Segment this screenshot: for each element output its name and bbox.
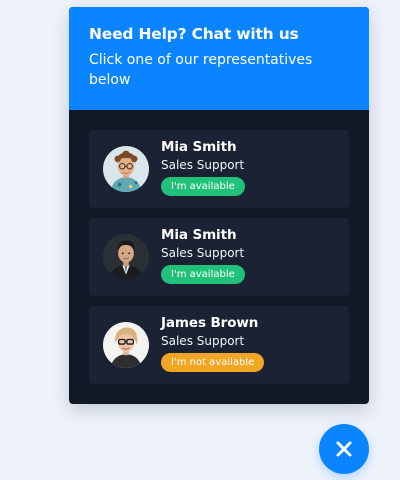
representative-info: Mia Smith Sales Support I'm available (161, 227, 341, 284)
close-icon (335, 440, 353, 458)
avatar-curly-hair-glasses-icon (101, 144, 151, 194)
representative-name: James Brown (161, 315, 259, 331)
close-chat-button[interactable] (319, 424, 369, 474)
status-badge: I'm available (161, 265, 245, 284)
representative-role: Sales Support (161, 246, 245, 260)
chat-panel: Need Help? Chat with us Click one of our… (69, 7, 369, 404)
avatar-woman-glasses-icon (101, 320, 151, 370)
chat-title: Need Help? Chat with us (89, 25, 299, 43)
representative-name: Mia Smith (161, 227, 237, 243)
chat-subtitle: Click one of our representatives below (89, 52, 313, 88)
representative-role: Sales Support (161, 334, 245, 348)
status-badge: I'm not available (161, 353, 265, 372)
chat-header: Need Help? Chat with us Click one of our… (69, 7, 369, 110)
representatives-list: Mia Smith Sales Support I'm available Mi… (69, 110, 369, 384)
status-badge: I'm available (161, 177, 245, 196)
representative-role: Sales Support (161, 158, 245, 172)
representative-card[interactable]: Mia Smith Sales Support I'm available (89, 130, 349, 208)
representative-info: Mia Smith Sales Support I'm available (161, 139, 341, 196)
representative-info: James Brown Sales Support I'm not availa… (161, 315, 341, 372)
avatar-man-suit-icon (101, 232, 151, 282)
representative-card[interactable]: James Brown Sales Support I'm not availa… (89, 306, 349, 384)
representative-card[interactable]: Mia Smith Sales Support I'm available (89, 218, 349, 296)
page: Need Help? Chat with us Click one of our… (0, 0, 400, 480)
representative-name: Mia Smith (161, 139, 237, 155)
